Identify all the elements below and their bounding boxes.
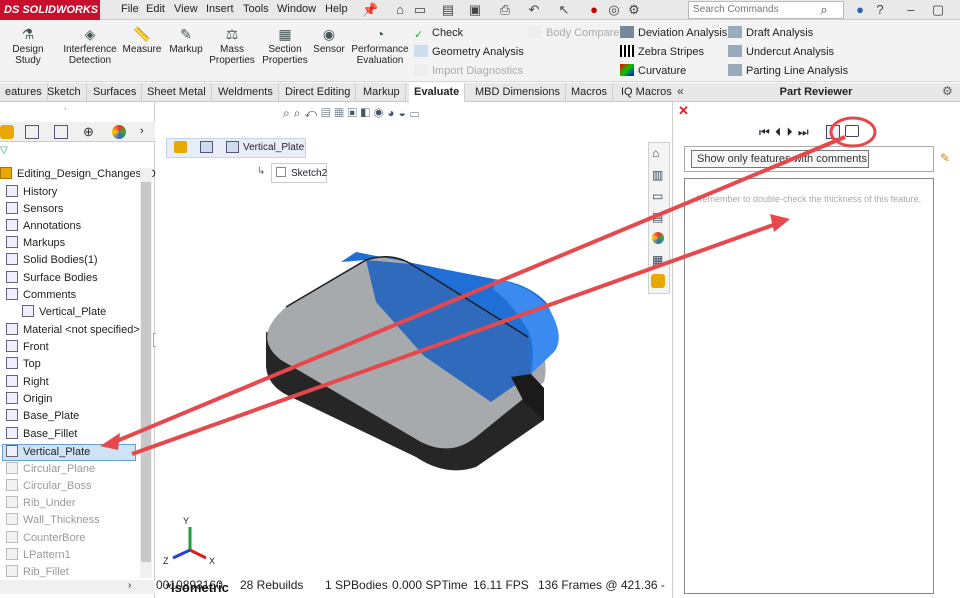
annotation-arrowhead-2 (770, 214, 790, 232)
annotation-arrow-1 (111, 135, 846, 445)
status-bodies: 1 SPBodies (325, 578, 388, 592)
annotation-arrow-2 (131, 222, 777, 456)
status-rebuilds: 28 Rebuilds (240, 578, 304, 592)
status-frames: 136 Frames @ 421.36 - (538, 578, 665, 592)
annotation-circle (829, 116, 877, 148)
annotation-arrowhead-1 (100, 433, 120, 450)
status-time: 0.000 SPTime (392, 578, 468, 592)
annotation-overlay (100, 116, 877, 456)
status-id: 0010893160 (156, 578, 223, 592)
status-fps: 16.11 FPS (473, 578, 529, 592)
status-bar: 0010893160 28 Rebuilds 1 SPBodies 0.000 … (156, 578, 672, 596)
